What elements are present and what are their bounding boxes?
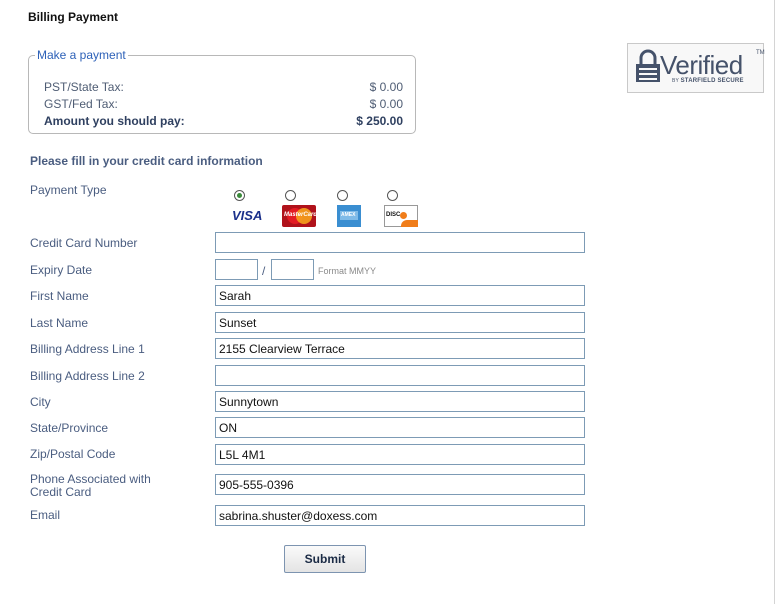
- submit-button[interactable]: Submit: [284, 545, 366, 573]
- payment-summary-box: Make a payment PST/State Tax: $ 0.00 GST…: [28, 49, 416, 134]
- last-name-label: Last Name: [30, 316, 89, 330]
- card-number-label: Credit Card Number: [30, 236, 138, 250]
- address-line1-label: Billing Address Line 1: [30, 342, 145, 356]
- visa-radio[interactable]: [234, 190, 245, 201]
- badge-verified-text: Verified: [660, 50, 743, 80]
- badge-by: BY: [672, 78, 679, 84]
- first-name-input[interactable]: [215, 285, 585, 306]
- payment-type-label: Payment Type: [30, 183, 107, 197]
- badge-sub: STARFIELD SECURE: [680, 78, 744, 84]
- city-input[interactable]: [215, 391, 585, 412]
- amount-due-row: Amount you should pay: $ 250.00: [44, 113, 403, 129]
- city-label: City: [30, 395, 51, 409]
- badge-tm: TM: [756, 50, 765, 56]
- pst-tax-row: PST/State Tax: $ 0.00: [44, 79, 403, 95]
- gst-tax-row: GST/Fed Tax: $ 0.00: [44, 96, 403, 112]
- page-title: Billing Payment: [28, 10, 119, 24]
- state-province-input[interactable]: [215, 417, 585, 438]
- expiry-date-label: Expiry Date: [30, 263, 93, 277]
- card-number-input[interactable]: [215, 232, 585, 253]
- gst-tax-label: GST/Fed Tax:: [44, 97, 118, 111]
- amount-due-label: Amount you should pay:: [44, 114, 185, 128]
- discover-logo-icon: DISC: [384, 205, 418, 227]
- verified-security-badge[interactable]: Verified TM BY STARFIELD SECURE: [627, 43, 765, 93]
- email-label: Email: [30, 508, 61, 522]
- expiry-format-hint: Format MMYY: [318, 266, 377, 276]
- pst-tax-label: PST/State Tax:: [44, 80, 124, 94]
- address-line2-input[interactable]: [215, 365, 585, 386]
- padlock-icon: [636, 49, 660, 82]
- pst-tax-amount: $ 0.00: [369, 80, 403, 94]
- visa-logo-icon: VISA: [232, 205, 266, 227]
- badge-starfield-text: BY STARFIELD SECURE: [672, 78, 744, 84]
- credit-card-section-heading: Please fill in your credit card informat…: [30, 154, 263, 168]
- amex-radio[interactable]: [337, 190, 348, 201]
- address-line2-label: Billing Address Line 2: [30, 369, 145, 383]
- zip-postal-input[interactable]: [215, 444, 585, 465]
- visa-logo-text: VISA: [232, 208, 263, 223]
- zip-postal-label: Zip/Postal Code: [30, 447, 116, 461]
- phone-label: Phone Associated with Credit Card: [30, 472, 151, 499]
- expiry-month-input[interactable]: [215, 259, 258, 280]
- amex-logo-icon: AMEX: [337, 205, 361, 227]
- state-province-label: State/Province: [30, 421, 109, 435]
- first-name-label: First Name: [30, 289, 89, 303]
- mastercard-logo-icon: MasterCard: [282, 205, 317, 227]
- discover-radio[interactable]: [387, 190, 398, 201]
- payment-summary-legend: Make a payment: [37, 48, 126, 62]
- expiry-separator: /: [262, 264, 266, 278]
- expiry-year-input[interactable]: [271, 259, 314, 280]
- gst-tax-amount: $ 0.00: [369, 97, 403, 111]
- amount-due-value: $ 250.00: [356, 114, 403, 128]
- address-line1-input[interactable]: [215, 338, 585, 359]
- mastercard-radio[interactable]: [285, 190, 296, 201]
- email-input[interactable]: [215, 505, 585, 526]
- phone-input[interactable]: [215, 474, 585, 495]
- last-name-input[interactable]: [215, 312, 585, 333]
